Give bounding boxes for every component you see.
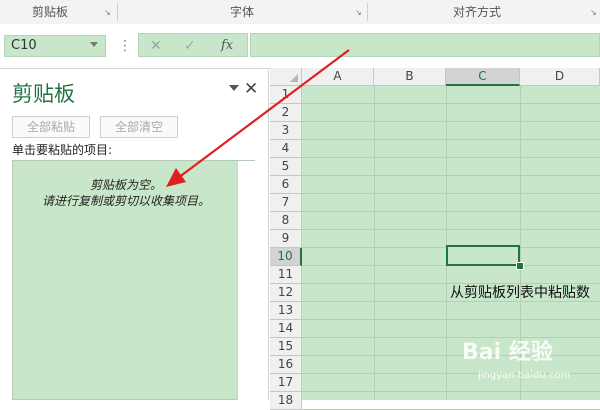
list-label: 单击要粘贴的项目: — [12, 143, 113, 157]
row-header-14[interactable]: 14 — [270, 320, 302, 338]
grid-row-line — [302, 139, 600, 140]
formula-input[interactable] — [250, 33, 600, 57]
grid-column-line — [446, 86, 447, 400]
row-header-18[interactable]: 18 — [270, 392, 302, 410]
list-scrollbar[interactable] — [237, 161, 255, 400]
grid-row-line — [302, 157, 600, 158]
row-header-2[interactable]: 2 — [270, 104, 302, 122]
chevron-down-icon[interactable] — [229, 85, 239, 91]
grid-row-line — [302, 355, 600, 356]
empty-message-line2: 请进行复制或剪切以收集项目。 — [41, 194, 210, 208]
paste-all-button[interactable]: 全部粘贴 — [12, 116, 90, 138]
grid-column-line — [374, 86, 375, 400]
row-header-10[interactable]: 10 — [270, 248, 302, 266]
column-header-a[interactable]: A — [302, 68, 374, 86]
column-header-c[interactable]: C — [446, 68, 520, 86]
column-header-b[interactable]: B — [374, 68, 446, 86]
alignment-launcher-icon[interactable]: ↘ — [590, 9, 598, 17]
cell-text-annotation: 从剪贴板列表中粘贴数 — [450, 285, 590, 301]
active-cell[interactable] — [446, 245, 520, 266]
enter-icon[interactable]: ✓ — [184, 36, 196, 56]
ribbon-group-clipboard: 剪贴板 — [31, 5, 68, 19]
grid-row-line — [302, 175, 600, 176]
cancel-icon[interactable]: ✕ — [150, 36, 162, 56]
baidu-watermark: Bai 经验 — [462, 340, 553, 365]
insert-function-icon[interactable]: fx — [221, 36, 233, 56]
ribbon-group-alignment: 对齐方式 — [452, 5, 501, 19]
column-header-d[interactable]: D — [520, 68, 600, 86]
close-icon[interactable]: ✕ — [244, 78, 258, 100]
name-box-dropdown-icon[interactable] — [90, 42, 98, 47]
row-header-13[interactable]: 13 — [270, 302, 302, 320]
clipboard-launcher-icon[interactable]: ↘ — [104, 9, 112, 17]
clear-all-button[interactable]: 全部清空 — [100, 116, 178, 138]
grid-row-line — [302, 211, 600, 212]
grid-row-line — [302, 229, 600, 230]
grid-row-line — [302, 391, 600, 392]
row-header-15[interactable]: 15 — [270, 338, 302, 356]
row-header-3[interactable]: 3 — [270, 122, 302, 140]
grid-row-line — [302, 121, 600, 122]
baidu-watermark-url: jingyan.baidu.com — [478, 370, 571, 381]
select-all-icon — [290, 74, 298, 82]
grid-row-line — [302, 319, 600, 320]
row-header-12[interactable]: 12 — [270, 284, 302, 302]
pane-title: 剪贴板 — [12, 82, 75, 106]
empty-message-line1: 剪贴板为空。 — [89, 178, 162, 192]
fill-handle[interactable] — [516, 262, 524, 270]
grid-row-line — [302, 103, 600, 104]
row-header-16[interactable]: 16 — [270, 356, 302, 374]
row-header-6[interactable]: 6 — [270, 176, 302, 194]
row-header-7[interactable]: 7 — [270, 194, 302, 212]
grid-row-line — [302, 337, 600, 338]
grid-row-line — [302, 193, 600, 194]
row-header-17[interactable]: 17 — [270, 374, 302, 392]
font-launcher-icon[interactable]: ↘ — [355, 9, 363, 17]
row-header-4[interactable]: 4 — [270, 140, 302, 158]
row-header-8[interactable]: 8 — [270, 212, 302, 230]
more-options-icon[interactable]: ⋮ — [118, 36, 132, 56]
row-header-5[interactable]: 5 — [270, 158, 302, 176]
row-header-1[interactable]: 1 — [270, 86, 302, 104]
row-header-9[interactable]: 9 — [270, 230, 302, 248]
ribbon-group-font: 字体 — [229, 5, 254, 19]
row-header-11[interactable]: 11 — [270, 266, 302, 284]
worksheet-grid[interactable] — [302, 86, 600, 400]
